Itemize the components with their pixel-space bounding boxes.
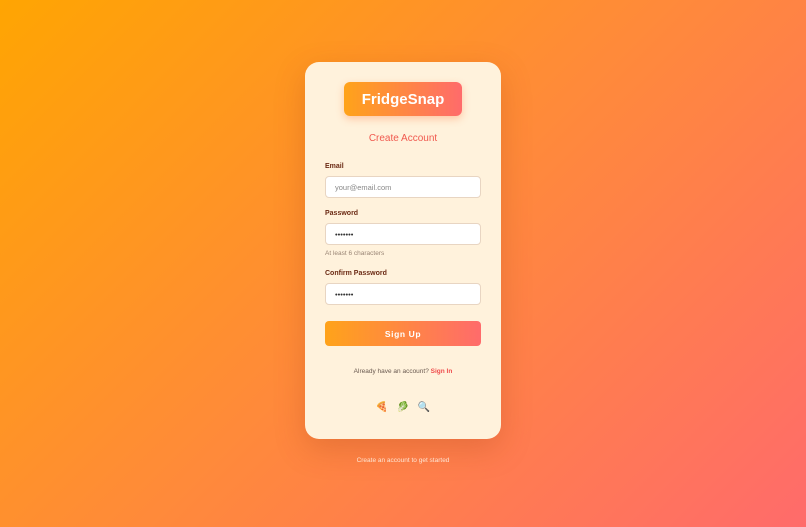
signup-card: FridgeSnap Create Account Email Password… [305, 62, 501, 439]
sign-up-button[interactable]: Sign Up [325, 321, 481, 346]
magnifier-icon: 🔍 [417, 402, 431, 413]
email-label: Email [325, 163, 344, 170]
herb-icon: 🥬 [396, 402, 410, 413]
password-hint: At least 6 characters [325, 250, 385, 257]
signin-prompt: Already have an account? Sign In [305, 368, 501, 375]
form-title: Create Account [368, 133, 438, 144]
sign-in-link[interactable]: Sign In [431, 368, 453, 375]
password-label: Password [325, 210, 359, 217]
decor-icons: 🍕 🥬 🔍 [305, 402, 501, 413]
password-field[interactable] [325, 223, 481, 245]
email-field[interactable] [325, 176, 481, 198]
confirm-password-label: Confirm Password [325, 270, 387, 277]
pizza-icon: 🍕 [375, 402, 389, 413]
confirm-password-field[interactable] [325, 283, 481, 305]
footer-text: Create an account to get started [356, 457, 450, 464]
app-logo: FridgeSnap [344, 82, 462, 116]
signin-prompt-text: Already have an account? [353, 368, 429, 375]
